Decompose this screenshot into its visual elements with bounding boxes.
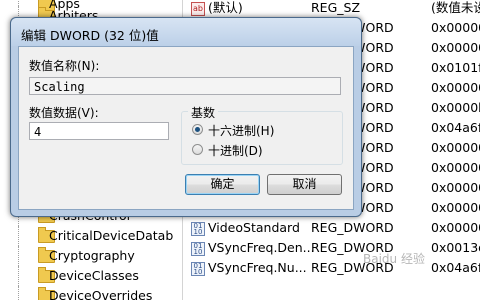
value-data: 0x000001 xyxy=(431,40,480,55)
value-row[interactable]: ab (默认) REG_SZ (数值未设 xyxy=(183,0,480,18)
cancel-button[interactable]: 取消 xyxy=(267,174,342,195)
value-data: 0x000001 xyxy=(431,20,480,35)
decimal-radio[interactable] xyxy=(192,144,203,155)
value-row[interactable]: 0110VideoStandard REG_DWORD 0x000001 xyxy=(183,218,480,238)
dialog-title: 编辑 DWORD (32 位)值 xyxy=(21,28,159,43)
ok-button[interactable]: 确定 xyxy=(185,174,260,195)
value-type: REG_DWORD xyxy=(311,220,394,235)
value-type: REG_SZ xyxy=(311,0,361,15)
value-data: 0x000001 xyxy=(431,160,480,175)
value-data: 0x04a6f xyxy=(431,120,480,135)
tree-guide-line xyxy=(18,226,20,246)
value-data: 0x0000b xyxy=(431,100,480,115)
dialog-titlebar[interactable]: 编辑 DWORD (32 位)值 xyxy=(11,18,361,46)
value-data: 0x04a6f xyxy=(431,260,480,275)
tree-guide-line xyxy=(18,286,20,300)
tree-item-label: CriticalDeviceDatab xyxy=(49,228,174,243)
dialog-client: 数值名称(N): Scaling 数值数据(V): 4 基数 十六进制(H) 十… xyxy=(18,46,354,210)
tree-guide-line xyxy=(18,266,20,286)
value-name: VSyncFreq.Nu... xyxy=(208,260,307,275)
value-row[interactable]: 01 10 VSyncFreq.Nu... REG_DWORD 0x04a6f xyxy=(183,258,480,278)
value-data-input[interactable]: 4 xyxy=(29,122,169,140)
value-data: 0x000001 xyxy=(431,80,480,95)
decimal-radio-label[interactable]: 十进制(D) xyxy=(208,142,263,159)
edit-dword-dialog: 编辑 DWORD (32 位)值 数值名称(N): Scaling 数值数据(V… xyxy=(10,17,362,217)
value-data-label: 数值数据(V): xyxy=(29,106,99,120)
value-data: (数值未设 xyxy=(431,0,480,15)
value-data: 0x000001 xyxy=(431,200,480,215)
string-value-icon: ab xyxy=(191,2,205,16)
value-data: 0x0101ff xyxy=(431,60,480,75)
value-row[interactable]: 0110VSyncFreq.Den...REG_DWORD0x0013d xyxy=(183,238,480,258)
value-data: 0x000001 xyxy=(431,140,480,155)
value-name-label: 数值名称(N): xyxy=(29,59,100,73)
binary-value-icon: 0110 xyxy=(191,242,205,256)
tree-item-label: Cryptography xyxy=(49,248,135,263)
value-name: (默认) xyxy=(208,0,243,15)
hex-radio-label[interactable]: 十六进制(H) xyxy=(208,122,274,139)
tree-guide-line xyxy=(18,246,20,266)
value-name: VSyncFreq.Den... xyxy=(208,240,315,255)
value-name: VideoStandard xyxy=(208,220,300,235)
watermark-logo: Baidu 经验 xyxy=(363,252,425,266)
value-data: 0x000001 xyxy=(431,180,480,195)
binary-value-icon: 0110 xyxy=(191,222,205,236)
value-data: 0x000001 xyxy=(431,220,480,235)
base-groupbox: 基数 十六进制(H) 十进制(D) xyxy=(181,104,343,165)
base-label: 基数 xyxy=(188,104,219,121)
value-name-field[interactable]: Scaling xyxy=(29,77,341,95)
hex-radio[interactable] xyxy=(192,124,203,135)
binary-value-icon: 0110 xyxy=(191,262,205,276)
tree-item-label: DeviceClasses xyxy=(49,268,139,283)
value-data: 0x0013d xyxy=(431,240,480,255)
tree-item-label: DeviceOverrides xyxy=(49,288,153,300)
